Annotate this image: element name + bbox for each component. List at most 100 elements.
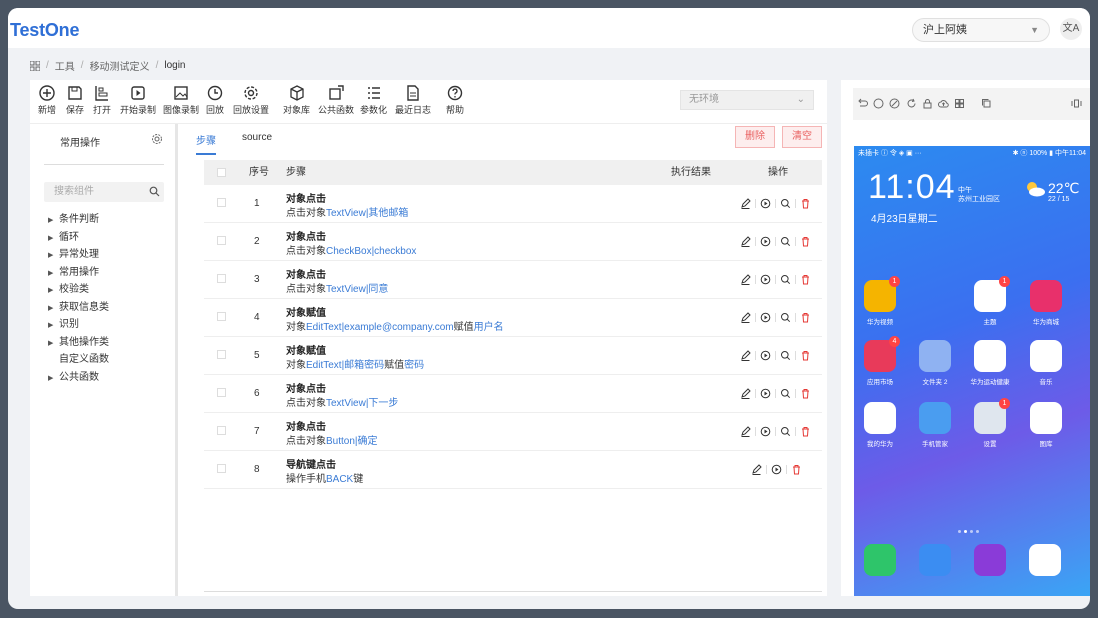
- app-icon[interactable]: 1 设置: [967, 398, 1013, 448]
- tree-item[interactable]: ▶ 常用操作: [48, 264, 109, 282]
- inspect-icon[interactable]: [780, 426, 791, 437]
- run-icon[interactable]: [760, 274, 771, 285]
- cloud-upload-icon[interactable]: [938, 98, 949, 109]
- step-object-link[interactable]: Button|确定: [326, 436, 378, 447]
- table-row[interactable]: 3 对象点击 点击对象TextView|同意: [204, 261, 822, 299]
- tree-item[interactable]: ▶ 其他操作类: [48, 334, 109, 352]
- recent-log-button[interactable]: 最近日志: [395, 85, 431, 116]
- start-record-button[interactable]: 开始录制: [120, 85, 156, 116]
- inspect-icon[interactable]: [780, 350, 791, 361]
- table-row[interactable]: 8 导航键点击 操作手机BACK键: [204, 451, 822, 489]
- image-record-button[interactable]: 图像录制: [163, 85, 199, 116]
- clear-button[interactable]: 清空: [782, 126, 822, 148]
- row-checkbox[interactable]: [217, 464, 226, 473]
- device-screen[interactable]: 未插卡 ⓘ 令 ◈ ▣ ··· ✱ ⓝ 100% ▮ 中午11:04 11:04…: [854, 146, 1090, 596]
- run-icon[interactable]: [760, 236, 771, 247]
- delete-icon[interactable]: [800, 350, 811, 361]
- run-icon[interactable]: [760, 388, 771, 399]
- table-row[interactable]: 2 对象点击 点击对象CheckBox|checkbox: [204, 223, 822, 261]
- row-checkbox[interactable]: [217, 312, 226, 321]
- delete-button[interactable]: 删除: [735, 126, 775, 148]
- breadcrumb-item-tools[interactable]: 工具: [55, 58, 75, 73]
- table-row[interactable]: 4 对象赋值 对象EditText|example@company.com赋值用户名: [204, 299, 822, 337]
- tree-item[interactable]: ▶ 异常处理: [48, 246, 109, 264]
- tree-item[interactable]: ▶ 循环: [48, 229, 109, 247]
- app-icon[interactable]: 华为商城: [1023, 280, 1069, 326]
- tab-steps[interactable]: 步骤: [196, 132, 216, 155]
- app-icon[interactable]: 图库: [1023, 402, 1069, 448]
- step-object-link[interactable]: EditText|邮箱密码: [306, 360, 384, 371]
- breadcrumb-item-mobile-test[interactable]: 移动测试定义: [90, 58, 150, 73]
- step-object-link[interactable]: TextView|同意: [326, 284, 388, 295]
- inspect-icon[interactable]: [780, 274, 791, 285]
- step-object-link[interactable]: CheckBox|checkbox: [326, 246, 416, 257]
- step-object-link[interactable]: TextView|其他邮箱: [326, 208, 408, 219]
- row-checkbox[interactable]: [217, 426, 226, 435]
- tree-item[interactable]: ▶ 识别: [48, 316, 109, 334]
- messages-app-icon[interactable]: [912, 544, 958, 576]
- browser-app-icon[interactable]: [967, 544, 1013, 576]
- row-checkbox[interactable]: [217, 236, 226, 245]
- edit-icon[interactable]: [740, 388, 751, 399]
- app-icon[interactable]: 文件夹 2: [912, 340, 958, 386]
- row-checkbox[interactable]: [217, 274, 226, 283]
- delete-icon[interactable]: [800, 274, 811, 285]
- tree-item[interactable]: ▶ 校验类: [48, 281, 109, 299]
- delete-icon[interactable]: [800, 236, 811, 247]
- delete-icon[interactable]: [800, 426, 811, 437]
- step-object-link[interactable]: BACK: [326, 474, 353, 485]
- row-checkbox[interactable]: [217, 388, 226, 397]
- select-all-checkbox[interactable]: [217, 168, 226, 177]
- app-icon[interactable]: 音乐: [1023, 340, 1069, 386]
- new-button[interactable]: 新增: [38, 85, 56, 116]
- environment-select[interactable]: 无环境 ⌄: [680, 90, 814, 110]
- app-icon[interactable]: 1 华为视频: [857, 276, 903, 326]
- playback-settings-button[interactable]: 回放设置: [233, 85, 269, 116]
- row-checkbox[interactable]: [217, 198, 226, 207]
- run-icon[interactable]: [771, 464, 782, 475]
- edit-icon[interactable]: [740, 236, 751, 247]
- app-icon[interactable]: 华为运动健康: [967, 340, 1013, 386]
- table-row[interactable]: 7 对象点击 点击对象Button|确定: [204, 413, 822, 451]
- edit-icon[interactable]: [740, 198, 751, 209]
- public-functions-button[interactable]: 公共函数: [318, 85, 354, 116]
- lock-icon[interactable]: [922, 98, 933, 109]
- object-library-button[interactable]: 对象库: [283, 85, 310, 116]
- tree-item[interactable]: ▶ 条件判断: [48, 211, 109, 229]
- tree-item[interactable]: ▶ 公共函数: [48, 369, 109, 387]
- copy-icon[interactable]: [981, 98, 992, 109]
- playback-button[interactable]: 回放: [206, 85, 224, 116]
- refresh-icon[interactable]: [906, 98, 917, 109]
- table-row[interactable]: 1 对象点击 点击对象TextView|其他邮箱: [204, 185, 822, 223]
- help-button[interactable]: 帮助: [446, 85, 464, 116]
- run-icon[interactable]: [760, 198, 771, 209]
- phone-app-icon[interactable]: [857, 544, 903, 576]
- edit-icon[interactable]: [740, 274, 751, 285]
- tree-item[interactable]: ▶ 获取信息类: [48, 299, 109, 317]
- parameterize-button[interactable]: 参数化: [360, 85, 387, 116]
- inspect-icon[interactable]: [780, 388, 791, 399]
- tree-item[interactable]: 自定义函数: [48, 351, 109, 369]
- split-view-icon[interactable]: [1071, 98, 1082, 109]
- app-icon[interactable]: 我的华为: [857, 402, 903, 448]
- run-icon[interactable]: [760, 426, 771, 437]
- app-icon[interactable]: 1 主题: [967, 276, 1013, 326]
- translate-icon[interactable]: 文A: [1060, 18, 1082, 40]
- delete-icon[interactable]: [800, 312, 811, 323]
- install-app-icon[interactable]: [954, 98, 965, 109]
- grid-icon[interactable]: [30, 60, 40, 71]
- delete-icon[interactable]: [791, 464, 802, 475]
- tab-source[interactable]: source: [242, 132, 272, 155]
- user-select[interactable]: 沪上阿姨 ▼: [912, 18, 1050, 42]
- app-icon[interactable]: 手机管家: [912, 402, 958, 448]
- inspect-icon[interactable]: [780, 312, 791, 323]
- edit-icon[interactable]: [740, 312, 751, 323]
- table-row[interactable]: 5 对象赋值 对象EditText|邮箱密码赋值密码: [204, 337, 822, 375]
- open-button[interactable]: 打开: [93, 85, 111, 116]
- weather-widget[interactable]: 22℃ 22 / 15: [1024, 180, 1079, 203]
- delete-icon[interactable]: [800, 198, 811, 209]
- run-icon[interactable]: [760, 312, 771, 323]
- inspect-icon[interactable]: [780, 198, 791, 209]
- app-logo[interactable]: TestOne: [10, 20, 79, 41]
- gear-icon[interactable]: [151, 133, 163, 145]
